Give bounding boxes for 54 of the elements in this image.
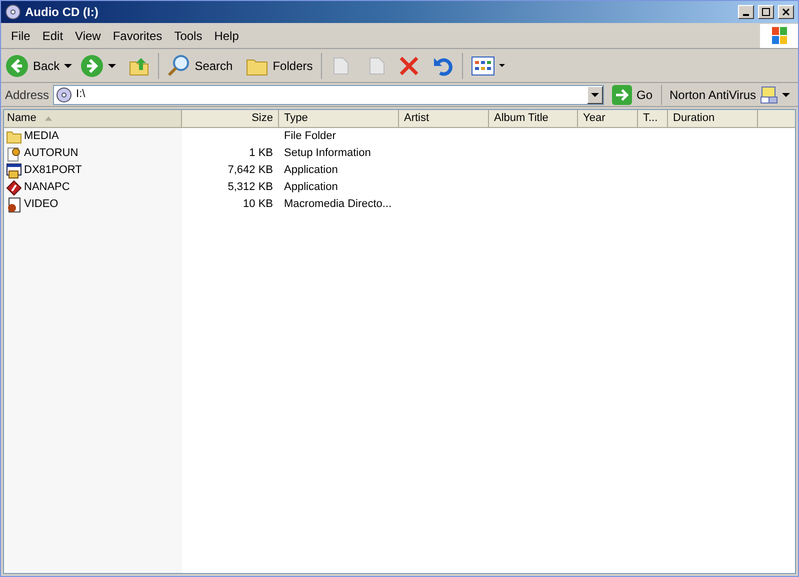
size-cell: 1 KB	[249, 147, 273, 160]
flag-logo-icon	[760, 24, 798, 48]
norton-antivirus-button[interactable]: Norton AntiVirus	[666, 86, 794, 104]
type-cell: Application	[284, 181, 338, 194]
menu-item[interactable]: Help	[208, 26, 245, 44]
file-name-cell[interactable]: AUTORUN	[4, 145, 182, 162]
caret-icon	[64, 64, 72, 68]
column-header[interactable]: Name	[4, 110, 182, 128]
address-field[interactable]: I:\	[53, 84, 604, 104]
windows-icon	[760, 86, 778, 104]
column-header[interactable]: Album Title	[489, 110, 578, 128]
menu-item[interactable]: View	[69, 26, 107, 44]
search-button[interactable]: Search	[162, 54, 237, 78]
size-cell: 5,312 KB	[228, 181, 273, 194]
sort-arrow-icon	[45, 116, 52, 121]
caret-icon	[782, 92, 790, 96]
file-name-cell[interactable]: VIDEO	[4, 196, 182, 213]
type-cell: File Folder	[284, 130, 336, 142]
window-title: Audio CD (I:)	[25, 4, 100, 21]
minimize-icon	[743, 14, 749, 16]
type-cell: Setup Information	[284, 147, 371, 160]
caret-icon	[108, 64, 116, 68]
close-icon	[782, 8, 790, 16]
size-cell: 7,642 KB	[228, 164, 273, 176]
cd-icon	[5, 4, 21, 20]
close-button[interactable]	[778, 5, 794, 19]
caret-icon	[498, 64, 505, 67]
column-header[interactable]: Size	[182, 110, 279, 128]
menu-item[interactable]: File	[5, 26, 36, 44]
menu-item[interactable]: Edit	[36, 26, 70, 44]
file-name-cell[interactable]: NANAPC	[4, 179, 182, 196]
column-header[interactable]: Duration	[668, 110, 758, 128]
file-name-cell[interactable]: DX81PORT	[4, 162, 182, 179]
column-header[interactable]: Artist	[399, 110, 489, 128]
type-cell: Macromedia Directo...	[284, 198, 392, 210]
folders-button[interactable]: Folders	[240, 54, 317, 76]
search-icon	[166, 54, 191, 78]
cd-icon	[56, 86, 72, 102]
grid-view-icon	[470, 56, 495, 76]
column-header[interactable]: Year	[578, 110, 638, 128]
maximize-button[interactable]	[758, 5, 774, 19]
type-cell: Application	[284, 164, 338, 176]
column-header[interactable]: T...	[638, 110, 668, 128]
back-button[interactable]: Back	[5, 54, 76, 78]
menu-item[interactable]: Favorites	[106, 26, 168, 44]
size-cell: 10 KB	[243, 198, 273, 210]
address-label: Address	[5, 86, 50, 104]
menu-item[interactable]: Tools	[168, 26, 208, 44]
column-header[interactable]: Type	[279, 110, 399, 128]
file-name-cell[interactable]: MEDIA	[4, 128, 182, 145]
go-button[interactable]: Go	[608, 84, 656, 104]
caret-icon	[591, 92, 600, 96]
minimize-button[interactable]	[738, 5, 754, 19]
maximize-icon	[762, 8, 770, 16]
